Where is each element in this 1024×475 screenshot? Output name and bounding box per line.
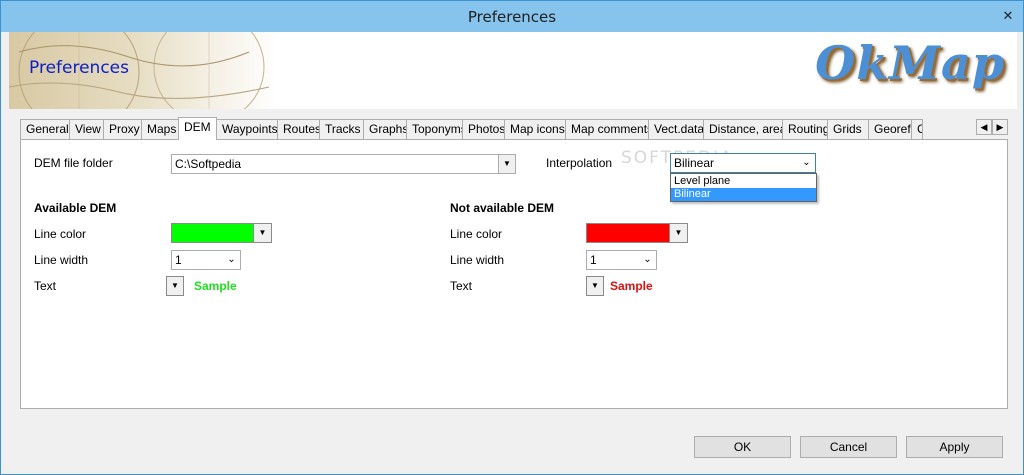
available-line-width-label: Line width	[34, 253, 89, 267]
not-available-line-color-label: Line color	[450, 227, 503, 241]
tab-vect-data[interactable]: Vect.data	[648, 119, 704, 139]
tab-scroll-left-icon[interactable]: ◀	[976, 119, 992, 135]
okmap-logo: OkMap	[815, 36, 1005, 90]
title-bar[interactable]: Preferences ✕	[1, 1, 1023, 32]
tab-dem[interactable]: DEM	[178, 117, 217, 140]
available-line-width-value: 1	[175, 253, 182, 267]
not-available-line-width-value: 1	[590, 253, 597, 267]
dem-tab-panel	[20, 139, 1008, 409]
tab-proxy[interactable]: Proxy	[103, 119, 142, 139]
available-dem-heading: Available DEM	[34, 201, 117, 215]
tab-maps[interactable]: Maps	[141, 119, 179, 139]
available-line-color-picker[interactable]: ▼	[171, 223, 272, 243]
cancel-button[interactable]: Cancel	[800, 436, 897, 458]
interpolation-dropdown-list: Level plane Bilinear	[670, 173, 817, 202]
apply-button[interactable]: Apply	[906, 436, 1003, 458]
chevron-down-icon[interactable]: ⌄	[639, 251, 656, 269]
preferences-window: Preferences ✕ Preferences OkMap ◀ ▶ Gene…	[0, 0, 1024, 475]
available-color-swatch	[172, 224, 253, 242]
available-line-width-select[interactable]: 1 ⌄	[171, 250, 241, 270]
tab-scroll-right-icon[interactable]: ▶	[992, 119, 1008, 135]
dem-folder-label: DEM file folder	[34, 156, 113, 170]
not-available-line-color-picker[interactable]: ▼	[586, 223, 688, 243]
available-text-label: Text	[34, 279, 57, 293]
tab-view[interactable]: View	[69, 119, 104, 139]
tab-toponyms[interactable]: Toponyms	[406, 119, 463, 139]
tab-georef[interactable]: Georef.	[868, 119, 912, 139]
not-available-line-width-select[interactable]: 1 ⌄	[586, 250, 657, 270]
tab-map-comments[interactable]: Map comments	[565, 119, 649, 139]
tab-graphs[interactable]: Graphs	[363, 119, 407, 139]
dem-folder-value: C:\Softpedia	[175, 157, 242, 171]
banner-title: Preferences	[29, 58, 129, 78]
interpolation-option-level-plane[interactable]: Level plane	[671, 175, 816, 188]
not-available-line-width-label: Line width	[450, 253, 505, 267]
tab-tracks[interactable]: Tracks	[319, 119, 364, 139]
interpolation-select[interactable]: Bilinear ⌄	[670, 153, 816, 173]
chevron-down-icon[interactable]: ⌄	[798, 154, 815, 172]
window-title: Preferences	[467, 8, 557, 26]
tab-c[interactable]: C	[911, 119, 923, 139]
chevron-down-icon[interactable]: ⌄	[223, 251, 240, 269]
not-available-text-style-dropdown[interactable]: ▼	[586, 276, 604, 296]
tab-general[interactable]: General	[20, 119, 70, 139]
tab-waypoints[interactable]: Waypoints	[216, 119, 278, 139]
tab-strip: ◀ ▶ General View Proxy Maps DEM Waypoints Rout…	[20, 117, 1008, 140]
tab-photos[interactable]: Photos	[462, 119, 505, 139]
tab-grids[interactable]: Grids	[827, 119, 869, 139]
not-available-text-label: Text	[450, 279, 473, 293]
available-line-color-label: Line color	[34, 227, 87, 241]
tab-routes[interactable]: Routes	[277, 119, 320, 139]
interpolation-label: Interpolation	[546, 156, 613, 170]
tab-distance-area[interactable]: Distance, area	[703, 119, 783, 139]
chevron-down-icon[interactable]: ▼	[253, 224, 271, 242]
close-button[interactable]: ✕	[998, 6, 1018, 26]
tab-scroll-buttons: ◀ ▶	[976, 119, 1008, 135]
not-available-dem-heading: Not available DEM	[450, 201, 555, 215]
available-text-style-dropdown[interactable]: ▼	[166, 276, 184, 296]
header-banner: Preferences OkMap	[9, 32, 1017, 109]
interpolation-value: Bilinear	[674, 156, 715, 170]
interpolation-option-bilinear[interactable]: Bilinear	[671, 188, 816, 201]
tab-map-icons[interactable]: Map icons	[504, 119, 566, 139]
not-available-color-swatch	[587, 224, 669, 242]
tab-routing[interactable]: Routing	[782, 119, 828, 139]
available-sample-text: Sample	[194, 279, 237, 293]
not-available-sample-text: Sample	[610, 279, 653, 293]
chevron-down-icon[interactable]: ▼	[498, 155, 515, 173]
dem-folder-combo[interactable]: C:\Softpedia ▼	[171, 154, 516, 174]
ok-button[interactable]: OK	[694, 436, 791, 458]
chevron-down-icon[interactable]: ▼	[669, 224, 687, 242]
